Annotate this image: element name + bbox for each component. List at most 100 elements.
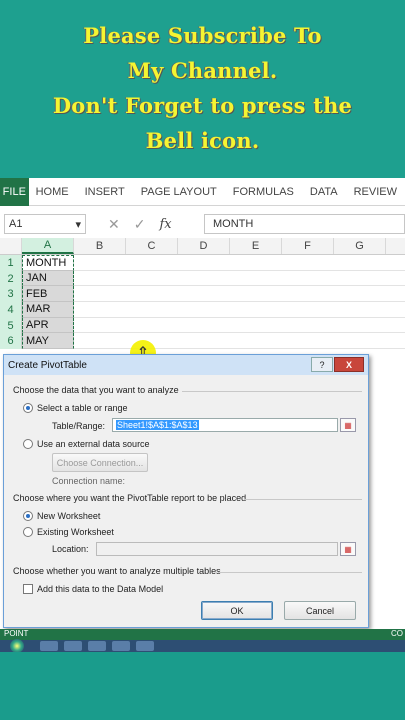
checkbox-label: Add this data to the Data Model (37, 584, 164, 594)
radio-label: Use an external data source (37, 439, 150, 449)
range-picker-icon[interactable]: ▦ (340, 418, 356, 432)
row-header[interactable]: 2 (0, 270, 22, 287)
check-icon[interactable]: ✓ (134, 216, 146, 233)
status-mode: POINT (4, 629, 29, 638)
taskbar-items (40, 641, 154, 651)
formula-input[interactable]: MONTH (204, 214, 405, 234)
table-range-value: Sheet1!$A$1:$A$13 (116, 420, 199, 430)
close-button[interactable]: X (334, 357, 364, 372)
dialog-title-buttons: ? X (311, 357, 364, 372)
chevron-down-icon[interactable]: ▾ (75, 218, 81, 231)
spreadsheet-grid[interactable]: A B C D E F G 1 MONTH 2 JAN 3 FEB 4 MAR (0, 238, 405, 350)
tab-data[interactable]: DATA (302, 186, 346, 198)
table-row: 5 APR (0, 317, 405, 334)
section-data-label: Choose the data that you want to analyze (13, 385, 179, 395)
range-picker-icon[interactable]: ▦ (340, 542, 356, 556)
column-header[interactable]: D (178, 238, 230, 254)
empty-cells[interactable] (74, 286, 405, 303)
table-row: 1 MONTH (0, 255, 405, 271)
create-pivottable-dialog: Create PivotTable ? X Choose the data th… (3, 354, 369, 628)
radio-new-worksheet[interactable]: New Worksheet (23, 511, 100, 521)
column-header[interactable]: C (126, 238, 178, 254)
table-range-label: Table/Range: (52, 421, 106, 431)
tab-insert[interactable]: INSERT (77, 186, 133, 198)
table-row: 4 MAR (0, 302, 405, 318)
radio-existing-worksheet[interactable]: Existing Worksheet (23, 527, 114, 537)
column-headers: A B C D E F G (0, 238, 405, 255)
cell[interactable]: JAN (22, 270, 74, 287)
formula-icons: ✕ ✓ fx (108, 213, 200, 235)
formula-bar: A1 ▾ ✕ ✓ fx MONTH (0, 213, 405, 235)
add-to-data-model-checkbox[interactable]: Add this data to the Data Model (23, 584, 163, 594)
empty-cells[interactable] (74, 271, 405, 287)
radio-unselected-icon[interactable] (23, 527, 33, 537)
row-header[interactable]: 4 (0, 302, 22, 318)
column-header[interactable]: B (74, 238, 126, 254)
divider (244, 499, 362, 500)
tab-file[interactable]: FILE (0, 178, 29, 206)
function-icon[interactable]: fx (159, 217, 171, 232)
column-header[interactable]: F (282, 238, 334, 254)
checkbox-icon[interactable] (23, 584, 33, 594)
cancel-button[interactable]: Cancel (284, 601, 356, 620)
section-multiple-tables-label: Choose whether you want to analyze multi… (13, 566, 221, 576)
radio-selected-icon[interactable] (23, 511, 33, 521)
row-header[interactable]: 6 (0, 333, 22, 350)
status-right: CO (391, 629, 403, 638)
banner-line-4: Bell icon. (145, 128, 260, 153)
radio-selected-icon[interactable] (23, 403, 33, 413)
section-placement-label: Choose where you want the PivotTable rep… (13, 493, 247, 503)
ok-button[interactable]: OK (201, 601, 273, 620)
tab-home[interactable]: HOME (36, 186, 77, 198)
select-all-corner[interactable] (0, 238, 22, 254)
location-label: Location: (52, 544, 89, 554)
row-header[interactable]: 5 (0, 317, 22, 334)
choose-connection-button[interactable]: Choose Connection... (52, 453, 148, 472)
cell[interactable]: MAR (22, 302, 74, 318)
table-row: 2 JAN (0, 270, 405, 287)
taskbar-app-icon[interactable] (88, 641, 106, 651)
tab-page-layout[interactable]: PAGE LAYOUT (133, 186, 225, 198)
name-box-value: A1 (9, 218, 23, 230)
windows-taskbar (0, 639, 405, 653)
taskbar-app-icon[interactable] (136, 641, 154, 651)
ribbon-tabs: FILE HOME INSERT PAGE LAYOUT FORMULAS DA… (0, 178, 405, 206)
tab-review[interactable]: REVIEW (346, 186, 405, 198)
help-button[interactable]: ? (311, 357, 333, 372)
table-range-input[interactable]: Sheet1!$A$1:$A$13 (112, 418, 338, 432)
cell[interactable]: MAY (22, 333, 74, 350)
location-input[interactable] (96, 542, 338, 556)
cancel-icon[interactable]: ✕ (108, 216, 120, 233)
taskbar-app-icon[interactable] (112, 641, 130, 651)
radio-unselected-icon[interactable] (23, 439, 33, 449)
name-box[interactable]: A1 ▾ (4, 214, 86, 234)
empty-cells[interactable] (74, 255, 405, 271)
divider (218, 572, 362, 573)
status-bar: POINT CO (0, 629, 405, 640)
table-row: 3 FEB (0, 286, 405, 303)
column-header[interactable]: A (22, 238, 74, 254)
empty-cells[interactable] (74, 333, 405, 350)
taskbar-app-icon[interactable] (40, 641, 58, 651)
banner-line-3: Don't Forget to press the (52, 93, 353, 118)
radio-label: New Worksheet (37, 511, 101, 521)
tab-formulas[interactable]: FORMULAS (225, 186, 302, 198)
cell[interactable]: MONTH (22, 255, 74, 271)
taskbar-app-icon[interactable] (64, 641, 82, 651)
table-row: 6 MAY (0, 333, 405, 350)
row-header[interactable]: 1 (0, 255, 22, 271)
banner-line-2: My Channel. (127, 58, 278, 83)
radio-select-table[interactable]: Select a table or range (23, 403, 128, 413)
banner-line-1: Please Subscribe To (83, 23, 322, 48)
cell[interactable]: FEB (22, 286, 74, 303)
empty-cells[interactable] (74, 318, 405, 334)
empty-cells[interactable] (74, 302, 405, 318)
bottom-background (0, 652, 405, 720)
start-button-icon[interactable] (10, 639, 24, 653)
column-header[interactable]: E (230, 238, 282, 254)
radio-external-source[interactable]: Use an external data source (23, 439, 150, 449)
cell[interactable]: APR (22, 317, 74, 334)
radio-label: Existing Worksheet (37, 527, 114, 537)
column-header[interactable]: G (334, 238, 386, 254)
row-header[interactable]: 3 (0, 286, 22, 303)
